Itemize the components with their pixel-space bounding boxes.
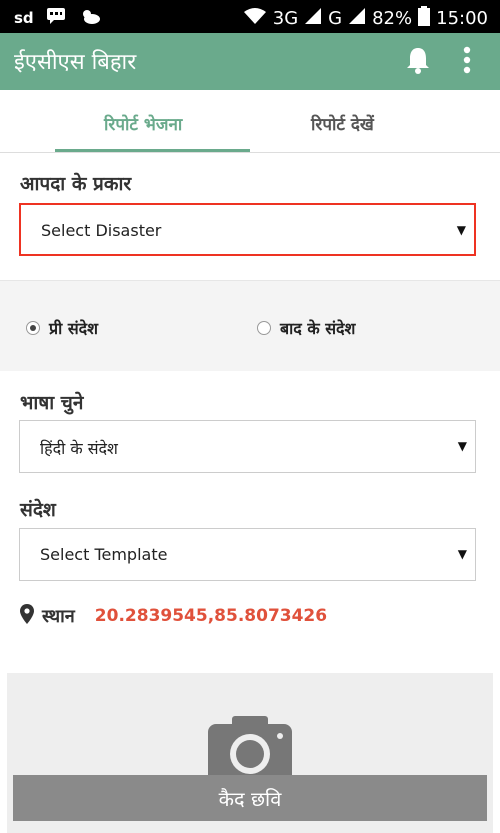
location-coordinates: 20.2839545,85.8073426 (94, 606, 328, 626)
disaster-label: आपदा के प्रकार (20, 173, 132, 195)
status-bar: sd 3G G 82% 15:00 (0, 0, 500, 33)
message-icon (46, 7, 66, 29)
template-select[interactable]: Select Template ▼ (19, 528, 476, 581)
carrier-mark: sd (14, 9, 34, 27)
tab-send-report[interactable]: रिपोर्ट भेजना (104, 112, 182, 135)
capture-image-button[interactable]: कैद छवि (13, 775, 487, 821)
location-label: स्थान (42, 606, 75, 627)
radio-post-message[interactable]: बाद के संदेश (257, 317, 355, 339)
disaster-select-value: Select Disaster (41, 221, 162, 240)
radio-checked-icon (26, 321, 40, 335)
location-pin-icon (20, 604, 34, 628)
network-type-3g: 3G (272, 8, 299, 29)
clock: 15:00 (436, 8, 488, 29)
tab-bar: रिपोर्ट भेजना रिपोर्ट देखें (0, 90, 500, 153)
dropdown-arrow-icon: ▼ (456, 223, 466, 237)
bell-icon[interactable] (405, 46, 431, 78)
language-select[interactable]: हिंदी के संदेश ▼ (19, 420, 476, 473)
app-title: ईएसीएस बिहार (14, 50, 137, 75)
network-type-g: G (328, 8, 343, 29)
language-select-value: हिंदी के संदेश (40, 439, 118, 458)
location-row: स्थान 20.2839545,85.8073426 (20, 604, 327, 628)
dropdown-arrow-icon: ▼ (457, 547, 467, 561)
tab-view-report[interactable]: रिपोर्ट देखें (311, 112, 374, 135)
wifi-icon (243, 7, 267, 30)
tab-indicator (55, 149, 250, 152)
radio-pre-message-label: प्री संदेश (49, 319, 99, 338)
dropdown-arrow-icon: ▼ (457, 439, 467, 453)
weather-icon (78, 7, 102, 29)
photo-preview-area: कैद छवि (7, 673, 493, 833)
battery-percent: 82% (372, 8, 413, 29)
language-label: भाषा चुने (20, 392, 84, 414)
message-type-panel: प्री संदेश बाद के संदेश (0, 280, 500, 371)
app-bar: ईएसीएस बिहार (0, 33, 500, 90)
signal-icon (348, 7, 366, 30)
more-vert-icon[interactable] (462, 45, 472, 79)
radio-unchecked-icon (257, 321, 271, 335)
radio-post-message-label: बाद के संदेश (280, 319, 356, 338)
battery-icon (418, 6, 431, 31)
template-label: संदेश (20, 499, 56, 521)
radio-pre-message[interactable]: प्री संदेश (26, 317, 98, 339)
template-select-value: Select Template (40, 545, 168, 564)
disaster-select[interactable]: Select Disaster ▼ (19, 203, 476, 256)
signal-icon (304, 7, 322, 30)
